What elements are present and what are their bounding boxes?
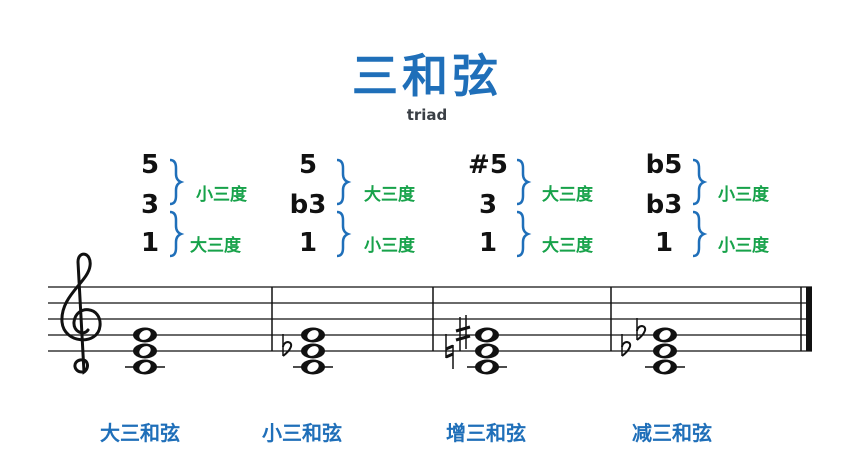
- chord3-bracket-lower: [516, 210, 532, 258]
- note-g: [133, 327, 157, 343]
- chord3-notes: [475, 327, 499, 375]
- treble-clef-icon: [60, 252, 102, 375]
- accidentals: [282, 315, 647, 369]
- flat-icon: [621, 334, 632, 357]
- staff-lines: [48, 286, 812, 352]
- chord2-bracket-upper: [336, 158, 352, 206]
- chord1-bracket-upper: [169, 158, 185, 206]
- interval-brackets: [169, 158, 708, 258]
- note-e-flat: [301, 343, 325, 359]
- chord4-notes: [653, 327, 677, 375]
- note-e: [475, 343, 499, 359]
- note-e: [133, 343, 157, 359]
- flat-icon: [636, 318, 647, 341]
- flat-icon: [282, 334, 293, 357]
- chord1-notes: [133, 327, 157, 375]
- note-g-sharp: [475, 327, 499, 343]
- chord1-bracket-lower: [169, 210, 185, 258]
- chord2-notes: [301, 327, 325, 375]
- chord4-bracket-upper: [692, 158, 708, 206]
- note-e-flat: [653, 343, 677, 359]
- note-g: [301, 327, 325, 343]
- note-c: [133, 359, 157, 375]
- chord2-bracket-lower: [336, 210, 352, 258]
- chord3-bracket-upper: [516, 158, 532, 206]
- note-c: [653, 359, 677, 375]
- note-c: [475, 359, 499, 375]
- sharp-icon: [455, 315, 471, 351]
- chord4-bracket-lower: [692, 210, 708, 258]
- note-c: [301, 359, 325, 375]
- notation-canvas: [48, 158, 812, 375]
- note-g-flat: [653, 327, 677, 343]
